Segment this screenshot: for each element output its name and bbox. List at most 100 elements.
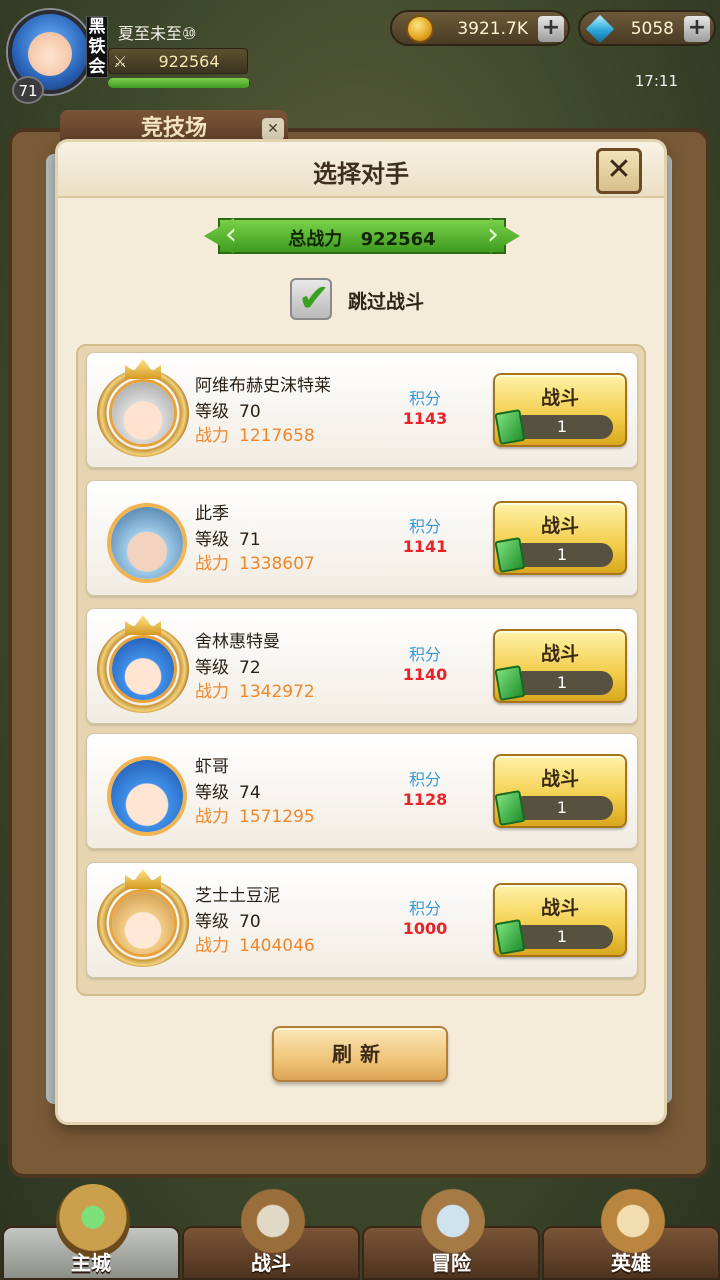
power-value: 1342972 — [239, 682, 315, 702]
total-power-banner: ‹ › 总战力 922564 — [204, 218, 520, 254]
gold-counter: 3921.7K + — [390, 10, 570, 46]
skip-battle-checkbox[interactable]: ✔ — [290, 276, 332, 320]
masked-hero-icon — [111, 507, 183, 579]
fight-label: 战斗 — [540, 768, 579, 790]
player-avatar[interactable]: 71 黑铁会 — [4, 4, 108, 104]
nav-label: 英雄 — [611, 1251, 651, 1275]
power-value: 1571295 — [239, 807, 315, 827]
opponent-avatar[interactable] — [97, 746, 189, 838]
opponent-row: 芝士土豆泥 等级 70 战力 1404046 积分 1000 战斗 1 — [86, 862, 638, 978]
fight-button[interactable]: 战斗 1 — [493, 883, 627, 957]
gem-counter: 5058 + — [578, 10, 716, 46]
score-value: 1140 — [402, 665, 448, 684]
power-label: 战力 — [195, 807, 229, 827]
crown-icon — [125, 359, 161, 379]
nav-item-heroes[interactable]: 英雄 — [542, 1184, 720, 1280]
opponent-power: 战力 1404046 — [195, 931, 315, 956]
fight-label: 战斗 — [540, 515, 579, 537]
fight-label: 战斗 — [540, 643, 579, 665]
ticket-icon — [494, 918, 526, 956]
fight-cost: 1 — [511, 415, 613, 439]
power-label: 战力 — [195, 426, 229, 446]
fight-button[interactable]: 战斗 1 — [493, 629, 627, 703]
total-power-label: 总战力 — [288, 229, 343, 250]
score-label: 积分 — [408, 645, 441, 664]
gold-amount: 3921.7K — [457, 19, 528, 39]
nav-label: 战斗 — [251, 1251, 291, 1275]
fight-button[interactable]: 战斗 1 — [493, 501, 627, 575]
nav-label: 主城 — [71, 1251, 111, 1275]
level-label: 等级 — [195, 530, 229, 550]
ticket-icon — [494, 536, 526, 574]
fight-button[interactable]: 战斗 1 — [493, 373, 627, 447]
score-value: 1128 — [402, 790, 448, 809]
nav-item-adventure[interactable]: 冒险 — [362, 1184, 540, 1280]
player-portrait-icon — [28, 32, 72, 76]
level-value: 71 — [239, 530, 261, 550]
arena-tab-close-icon: ✕ — [262, 118, 284, 140]
fight-button[interactable]: 战斗 1 — [493, 754, 627, 828]
opponent-row: 舍林惠特曼 等级 72 战力 1342972 积分 1140 战斗 1 — [86, 608, 638, 724]
opponent-level: 等级 74 — [195, 778, 261, 803]
player-power-value: 922564 — [158, 52, 220, 71]
level-value: 70 — [239, 912, 261, 932]
blue-hair-icon — [112, 638, 174, 700]
opponent-row: 虾哥 等级 74 战力 1571295 积分 1128 战斗 1 — [86, 733, 638, 849]
add-gems-button[interactable]: + — [684, 16, 710, 42]
close-button[interactable]: ✕ — [596, 148, 642, 194]
opponent-name: 此季 — [195, 504, 229, 524]
level-label: 等级 — [195, 912, 229, 932]
power-value: 1404046 — [239, 936, 315, 956]
opponent-avatar[interactable] — [97, 359, 189, 457]
diamond-icon — [586, 15, 614, 43]
opponent-avatar[interactable] — [97, 615, 189, 713]
nav-item-city[interactable]: 主城 — [2, 1184, 180, 1280]
opponent-level: 等级 70 — [195, 907, 261, 932]
opponent-avatar[interactable] — [97, 493, 189, 585]
blonde-hair-icon — [112, 892, 174, 954]
player-xp-bar — [108, 78, 250, 88]
crossed-swords-icon: ⚔ — [113, 52, 128, 71]
select-opponent-dialog: 选择对手 ✕ ‹ › 总战力 922564 ✔ 跳过战斗 阿维布赫史沫特莱 等级 7… — [58, 142, 664, 1122]
ticket-icon — [494, 789, 526, 827]
total-power-text: 总战力 922564 — [204, 225, 520, 251]
opponent-level: 等级 71 — [195, 525, 261, 550]
score-value: 1143 — [402, 409, 448, 428]
crown-icon — [125, 615, 161, 635]
opponent-level: 等级 70 — [195, 397, 261, 422]
level-label: 等级 — [195, 658, 229, 678]
opponent-list: 阿维布赫史沫特莱 等级 70 战力 1217658 积分 1143 战斗 1 此季 等级 71 战力 13… — [76, 344, 646, 996]
score-label: 积分 — [408, 389, 441, 408]
level-value: 72 — [239, 658, 261, 678]
skip-battle-label: 跳过战斗 — [348, 291, 425, 313]
opponent-power: 战力 1338607 — [195, 549, 315, 574]
opponent-name: 阿维布赫史沫特莱 — [195, 376, 331, 396]
power-label: 战力 — [195, 554, 229, 574]
nav-item-battle[interactable]: 战斗 — [182, 1184, 360, 1280]
level-label: 等级 — [195, 402, 229, 422]
level-value: 74 — [239, 783, 261, 803]
score-label: 积分 — [408, 899, 441, 918]
ticket-icon — [494, 664, 526, 702]
opponent-row: 此季等级 71 战力 1338607 积分 1141 战斗 1 — [86, 480, 638, 596]
fight-cost: 1 — [511, 671, 613, 695]
score-label: 积分 — [408, 770, 441, 789]
vip-badge: 黑铁会 — [86, 16, 108, 78]
fight-label: 战斗 — [540, 897, 579, 919]
opponent-power: 战力 1217658 — [195, 421, 315, 446]
checkmark-icon: ✔ — [298, 276, 330, 320]
opponent-row: 阿维布赫史沫特莱 等级 70 战力 1217658 积分 1143 战斗 1 — [86, 352, 638, 468]
refresh-button[interactable]: 刷新 — [272, 1026, 448, 1082]
fight-label: 战斗 — [540, 387, 579, 409]
score-value: 1141 — [402, 537, 448, 556]
score-label: 积分 — [408, 517, 441, 536]
add-gold-button[interactable]: + — [538, 16, 564, 42]
opponent-avatar[interactable] — [97, 869, 189, 967]
power-label: 战力 — [195, 936, 229, 956]
player-level-badge: 71 — [12, 76, 44, 104]
player-power-bar: ⚔ 922564 — [108, 48, 248, 74]
opponent-power: 战力 1571295 — [195, 802, 315, 827]
level-value: 70 — [239, 402, 261, 422]
silver-hair-icon — [112, 382, 174, 444]
level-label: 等级 — [195, 783, 229, 803]
